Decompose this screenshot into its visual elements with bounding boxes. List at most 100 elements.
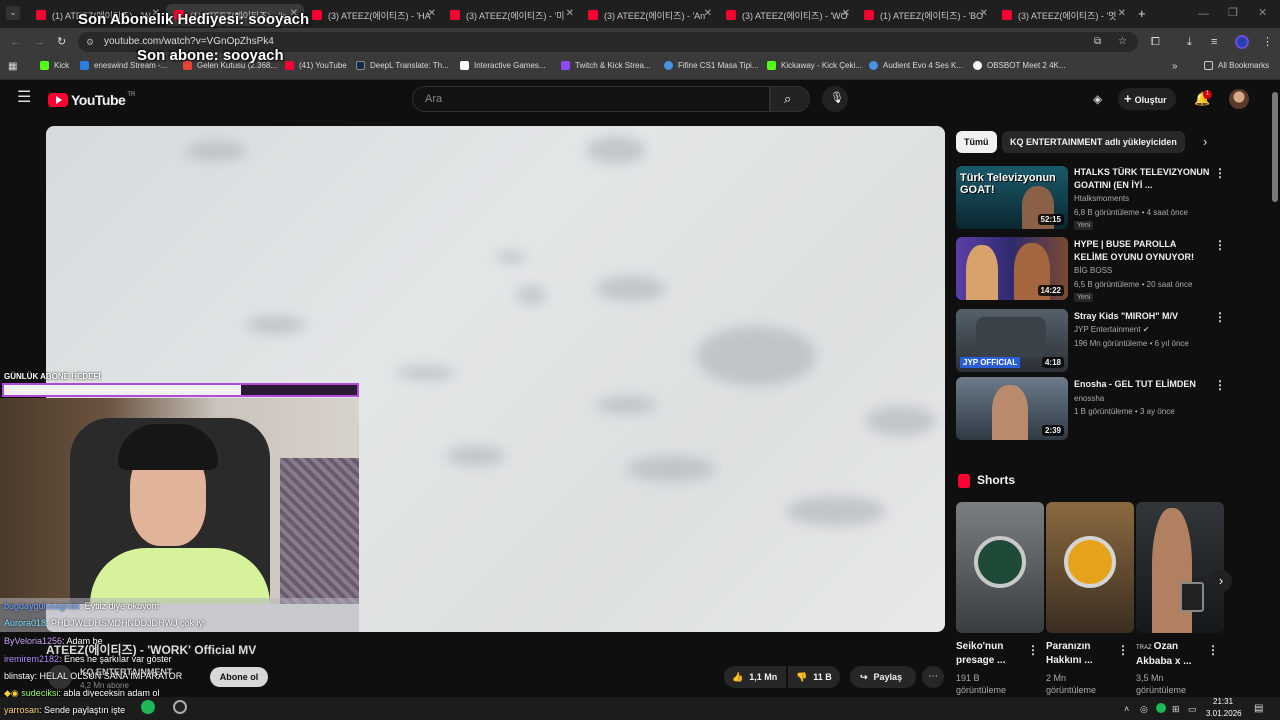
browser-tab[interactable]: (1) ATEEZ(에이티즈) - 'BO ✕ [856,4,994,26]
close-window-icon[interactable]: ✕ [1258,6,1267,20]
bookmark-item[interactable]: Kickaway - Kick Çeki... [767,61,862,70]
sidebar-video-thumbnail[interactable]: 14:22 [956,237,1068,300]
browser-tab[interactable]: (3) ATEEZ(에이티즈) - '멋 ✕ [994,4,1132,26]
short-options-icon[interactable]: ⋮ [1027,643,1039,657]
tab-search-button[interactable]: ⌄ [6,6,20,20]
bookmark-item[interactable]: Interactive Games... [460,61,546,70]
more-bookmarks-icon[interactable]: » [1172,60,1178,74]
streamer-webcam [0,398,359,604]
bookmark-item[interactable]: (41) YouTube [285,61,347,70]
bookmark-star-icon[interactable]: ☆ [1118,32,1127,52]
search-input[interactable]: Ara [412,86,770,112]
more-actions-button[interactable]: ⋯ [922,666,944,688]
media-control-icon[interactable]: ≡ [1211,35,1217,49]
dislike-button[interactable]: 👎 11 B [788,666,840,688]
reload-icon[interactable]: ↻ [57,35,66,49]
short-thumbnail[interactable] [956,502,1044,633]
short-title[interactable]: Paranızın Hakkını ... [1046,640,1118,668]
video-options-icon[interactable]: ⋮ [1214,238,1226,252]
search-button[interactable]: ⌕ [770,86,810,112]
sidebar-video-channel[interactable]: enossha [1074,394,1104,403]
hamburger-menu-icon[interactable]: ☰ [17,90,31,106]
sidebar-video-thumbnail[interactable]: JYP OFFICIAL 4:18 [956,309,1068,372]
profile-avatar[interactable] [1235,35,1249,49]
new-tab-icon[interactable]: + [1138,7,1146,21]
bookmark-item[interactable]: DeepL Translate: Th... [356,61,449,70]
tab-close-icon[interactable]: ✕ [566,8,574,19]
sidebar-video-channel[interactable]: Htalksmoments [1074,194,1129,203]
tray-spotify-icon[interactable] [1156,703,1166,713]
back-icon[interactable]: ← [10,35,21,49]
browser-tab[interactable]: (3) ATEEZ(에이티즈) - '미 ✕ [442,4,580,26]
shorts-next-button[interactable]: › [1210,570,1232,592]
tab-close-icon[interactable]: ✕ [980,8,988,19]
short-title[interactable]: TRAZ Ozan Akbaba x ... [1136,640,1208,669]
thumbs-down-icon: 👎 [796,672,808,682]
tray-chevron-icon[interactable]: ˄ [1124,702,1129,716]
taskbar-clock-time[interactable]: 21:31 [1213,697,1233,706]
video-options-icon[interactable]: ⋮ [1214,378,1226,392]
short-options-icon[interactable]: ⋮ [1207,643,1219,657]
share-button[interactable]: ↪ Paylaş [850,666,916,688]
apps-grid-icon[interactable]: ▦ [8,60,17,74]
browser-tab[interactable]: (3) ATEEZ(에이티즈) - 'HA ✕ [304,4,442,26]
tab-close-icon[interactable]: ✕ [704,8,712,19]
sidebar-video-title[interactable]: HTALKS TÜRK TELEVIZYONUN GOATINI (EN İYİ… [1074,166,1212,192]
browser-menu-icon[interactable]: ⋮ [1262,35,1273,49]
scrollbar-thumb[interactable] [1272,92,1278,202]
video-options-icon[interactable]: ⋮ [1214,166,1226,180]
bookmark-item[interactable]: OBSBOT Meet 2 4K... [973,61,1066,70]
site-info-icon[interactable]: ⚙ [86,32,94,52]
tab-close-icon[interactable]: ✕ [842,8,850,19]
obsbot-icon [973,61,982,70]
sidebar-video-channel[interactable]: JYP Entertainment ✔ [1074,325,1150,334]
notification-center-icon[interactable]: ▤ [1254,702,1263,716]
bookmark-item[interactable]: Audient Evo 4 Ses K... [869,61,963,70]
voice-search-button[interactable]: 🎙 [822,86,848,112]
youtube-logo[interactable]: YouTube TR [48,92,135,108]
download-icon[interactable]: ⤓ [1187,35,1192,49]
sidebar-video-title[interactable]: Enosha - GEL TUT ELİMDEN [1074,378,1212,391]
maximize-icon[interactable]: ❐ [1228,6,1238,20]
subscribe-button[interactable]: Abone ol [210,667,268,687]
browser-tab[interactable]: (3) ATEEZ(에이티즈) - 'WO ✕ [718,4,856,26]
sidebar-video-title[interactable]: HYPE | BUSE PAROLLA KELİME OYUNU OYNUYOR… [1074,238,1212,264]
account-avatar[interactable] [1229,89,1249,109]
sidebar-video-channel[interactable]: BİG BOSS [1074,266,1112,275]
like-button[interactable]: 👍 1,1 Mn [724,666,786,688]
minimize-icon[interactable]: — [1198,7,1209,21]
bookmark-item[interactable]: Twitch & Kick Strea... [561,61,651,70]
obs-taskbar-icon[interactable] [173,700,187,714]
short-thumbnail[interactable] [1046,502,1134,633]
short-options-icon[interactable]: ⋮ [1117,643,1129,657]
chip-all[interactable]: Tümü [956,131,997,153]
sidebar-video-thumbnail[interactable]: Türk Televizyonun GOAT! 52:15 [956,166,1068,229]
tray-discord-icon[interactable]: ◎ [1140,702,1148,716]
forward-icon[interactable]: → [34,35,45,49]
extensions-icon[interactable]: ⧠ [1151,35,1160,49]
chat-username: iremirem2182 [4,654,60,664]
bookmark-item[interactable]: Fifine CS1 Masa Tipi... [664,61,758,70]
page-scrollbar[interactable] [1270,80,1280,697]
short-title[interactable]: Seiko'nun presage ... [956,640,1028,668]
chip-next-chevron-icon[interactable]: › [1203,135,1207,149]
video-options-icon[interactable]: ⋮ [1214,310,1226,324]
browser-tab[interactable]: (3) ATEEZ(에이티즈) - 'An ✕ [580,4,718,26]
cast-icon[interactable]: ◈ [1093,92,1102,106]
chip-uploader[interactable]: KQ ENTERTAINMENT adlı yükleyiciden [1002,131,1185,153]
tab-close-icon[interactable]: ✕ [1118,8,1126,19]
verified-icon [869,61,878,70]
tray-network-icon[interactable]: ⊞ [1172,702,1180,716]
all-bookmarks-folder[interactable]: All Bookmarks [1204,61,1269,70]
taskbar-clock-date[interactable]: 3.01.2026 [1206,709,1242,718]
sidebar-video-thumbnail[interactable]: 2:39 [956,377,1068,440]
spotify-taskbar-icon[interactable] [141,700,155,714]
bookmark-item[interactable]: Kick [40,61,69,70]
tray-monitor-icon[interactable]: ▭ [1188,702,1197,716]
bookmark-label: Kickaway - Kick Çeki... [781,61,862,70]
sidebar-video-title[interactable]: Stray Kids "MIROH" M/V [1074,310,1212,323]
install-icon[interactable]: ⧉ [1094,32,1101,52]
short-thumbnail[interactable] [1136,502,1224,633]
tab-close-icon[interactable]: ✕ [428,8,436,19]
create-button[interactable]: + Oluştur [1118,88,1176,110]
